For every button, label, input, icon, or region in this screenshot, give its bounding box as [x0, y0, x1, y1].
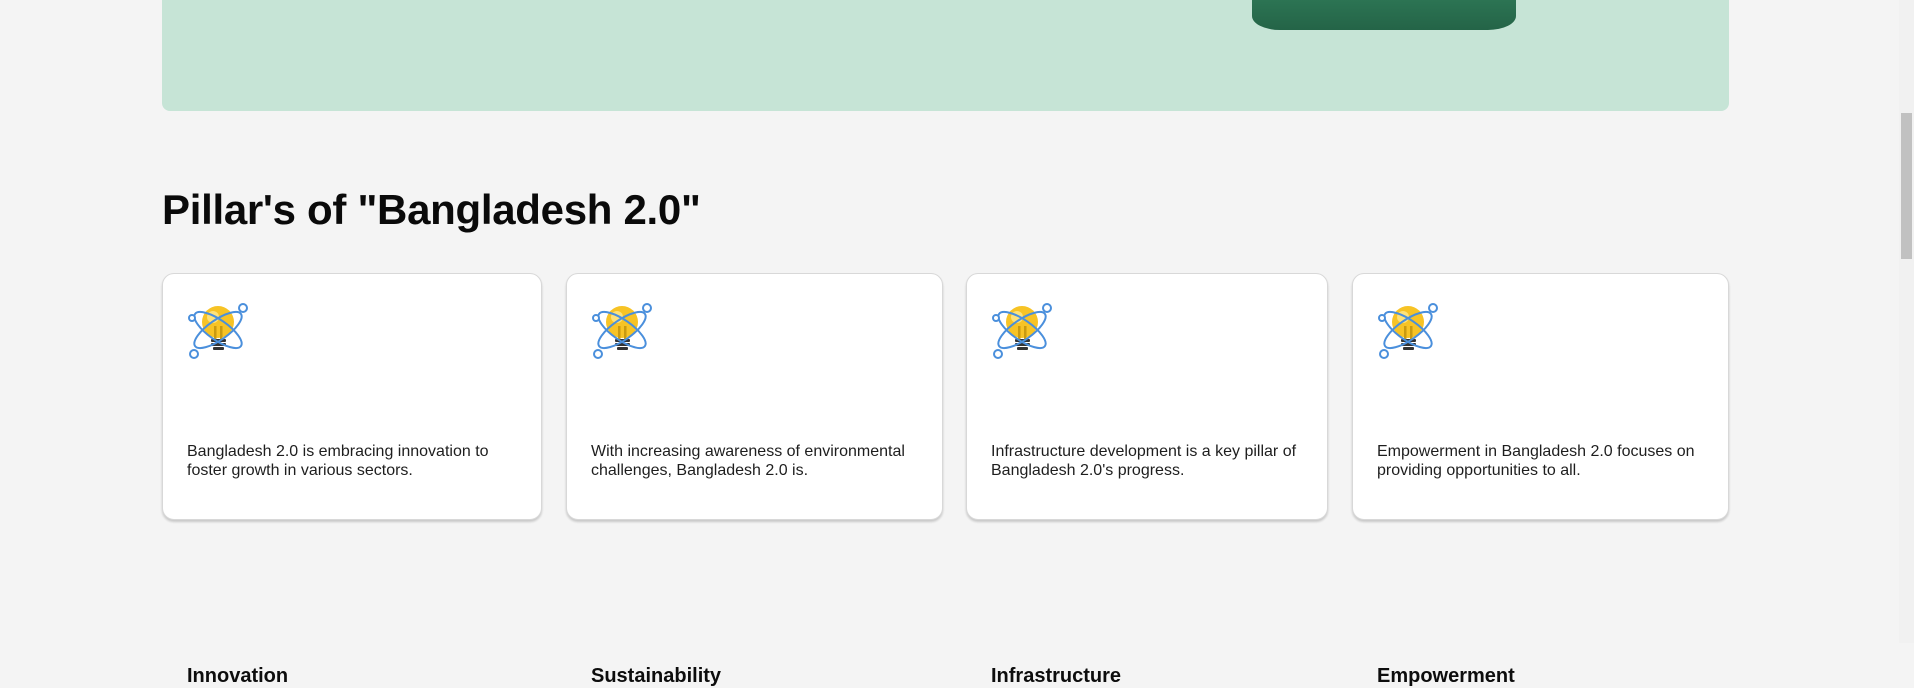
- pillar-description: Bangladesh 2.0 is embracing innovation t…: [187, 443, 489, 479]
- pillar-title: Infrastructure: [991, 665, 1122, 687]
- lightbulb-atom-icon: [992, 303, 1052, 359]
- pillar-card-innovation[interactable]: Innovation Bangladesh 2.0 is embracing i…: [162, 273, 542, 687]
- hero-banner: [162, 0, 1729, 111]
- pillar-card-infrastructure[interactable]: Infrastructure Infrastructure developmen…: [966, 273, 1328, 687]
- flag-drum-graphic: [1252, 0, 1516, 30]
- pillar-title: Innovation: [187, 665, 289, 687]
- lightbulb-atom-icon: [188, 303, 248, 359]
- pillar-card-empowerment[interactable]: Empowerment Empowerment in Bangladesh 2.…: [1352, 273, 1729, 687]
- section-title: Pillar's of "Bangladesh 2.0": [162, 186, 701, 233]
- lightbulb-atom-icon: [1378, 303, 1438, 359]
- pillar-description: With increasing awareness of environment…: [591, 443, 905, 479]
- lightbulb-atom-icon: [592, 303, 652, 359]
- pillar-card-sustainability[interactable]: Sustainability With increasing awareness…: [566, 273, 943, 687]
- pillar-title: Sustainability: [591, 665, 722, 687]
- scrollbar-thumb[interactable]: [1901, 113, 1912, 259]
- pillar-title: Empowerment: [1377, 665, 1515, 687]
- page-scrollbar[interactable]: [1899, 0, 1914, 643]
- pillar-description: Infrastructure development is a key pill…: [991, 443, 1297, 479]
- pillar-description: Empowerment in Bangladesh 2.0 focuses on…: [1377, 443, 1695, 479]
